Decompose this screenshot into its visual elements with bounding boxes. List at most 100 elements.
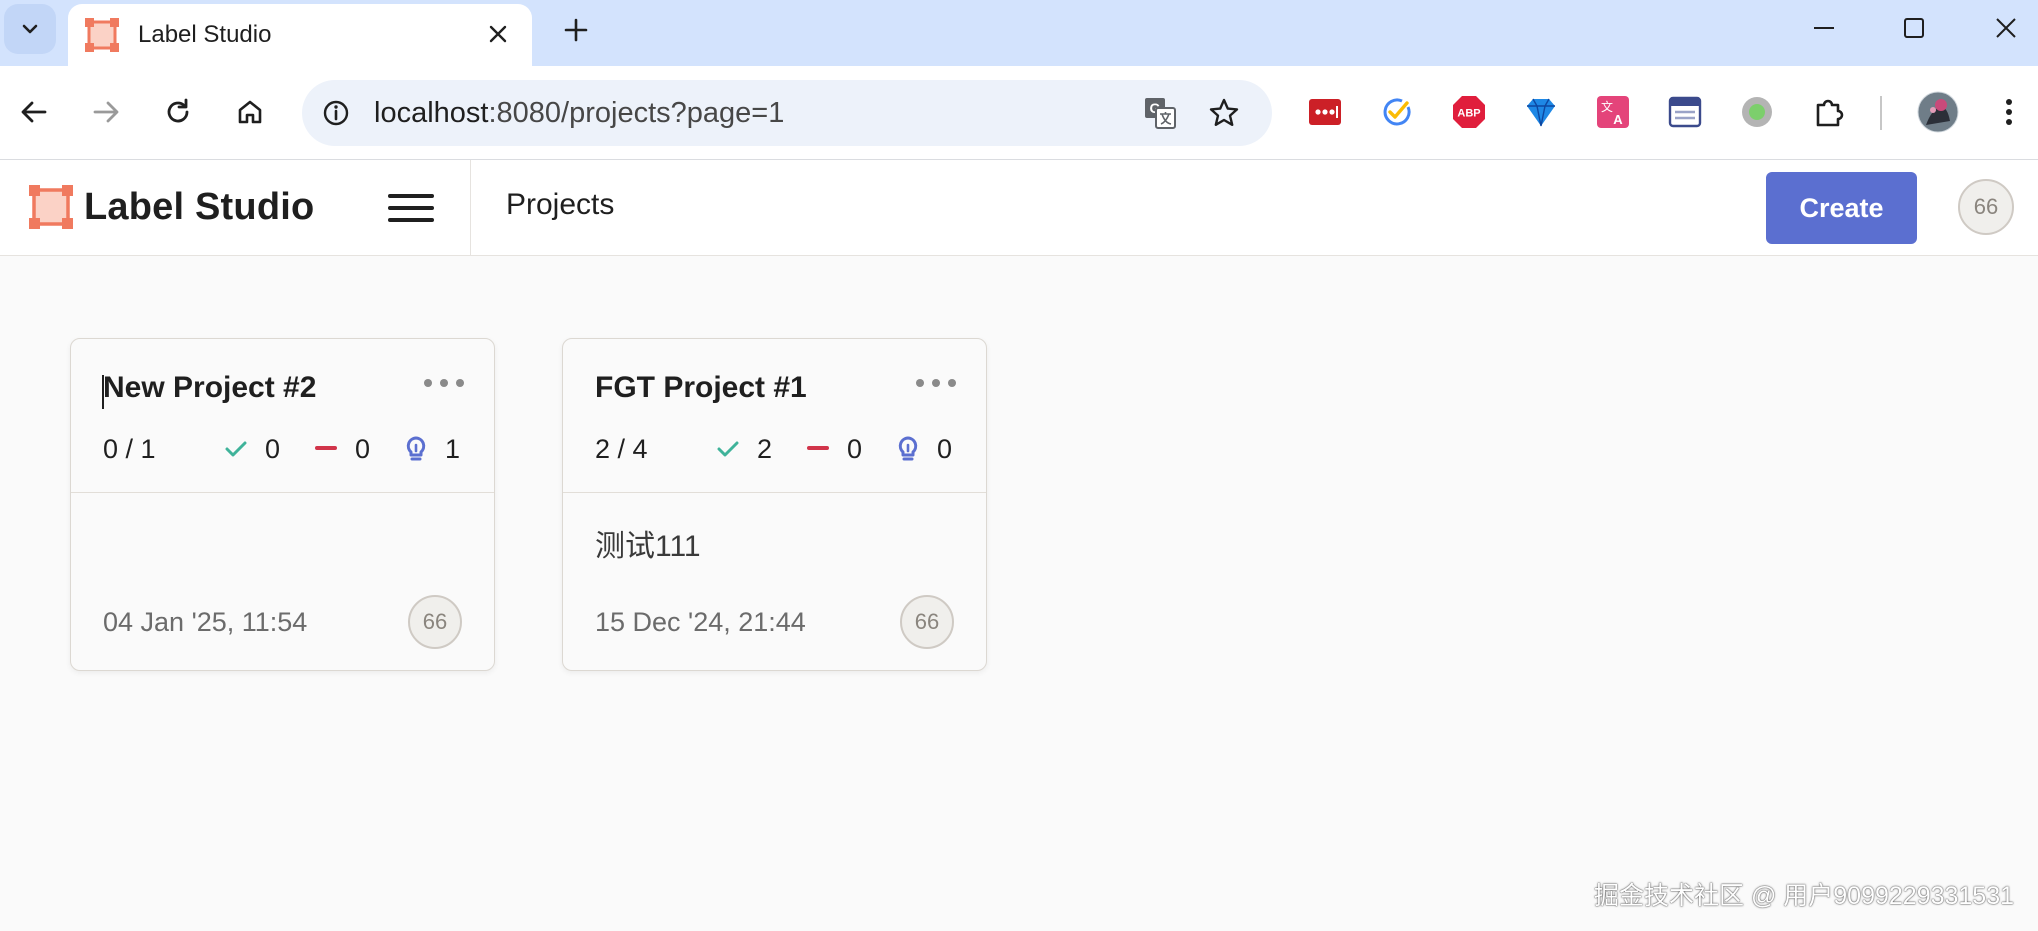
- translate-extension[interactable]: 文A: [1594, 93, 1632, 131]
- project-stats: 2 / 4 2 0 0: [595, 431, 965, 467]
- label-studio-logo-icon: [29, 185, 73, 229]
- reload-icon: [167, 98, 189, 123]
- dot: [932, 379, 940, 387]
- svg-text:ABP: ABP: [1457, 108, 1480, 120]
- url-host: localhost: [374, 97, 489, 129]
- new-tab-button[interactable]: [554, 8, 598, 52]
- toolbar-separator: [1880, 96, 1882, 130]
- translate-icon: G: [1145, 98, 1176, 129]
- minus-icon: [805, 436, 831, 462]
- completed-stat: 0: [223, 431, 280, 467]
- maximize-icon: [1904, 18, 1924, 38]
- arrow-left-icon: [21, 101, 47, 123]
- dot: [440, 379, 448, 387]
- browser-tab-active[interactable]: Label Studio: [68, 4, 532, 66]
- dots-icon: [916, 379, 924, 387]
- menu-icon-bar: [388, 206, 434, 210]
- svg-text:文: 文: [1601, 99, 1613, 114]
- tasks-progress: 2 / 4: [595, 433, 648, 464]
- main-menu-button[interactable]: [388, 186, 434, 230]
- home-button[interactable]: [226, 88, 274, 136]
- back-button[interactable]: [10, 88, 58, 136]
- browser-toolbar: localhost:8080/projects?page=1 G ABP 文A: [0, 66, 2038, 160]
- arrow-right-icon: [93, 101, 119, 123]
- profile-avatar-button[interactable]: [1916, 90, 1960, 134]
- create-project-button[interactable]: Create: [1766, 172, 1917, 244]
- home-icon: [238, 100, 262, 124]
- status-extension[interactable]: [1738, 93, 1776, 131]
- translate-button[interactable]: G: [1140, 93, 1180, 133]
- label-studio-favicon-icon: [85, 18, 119, 52]
- lastpass-icon: [1309, 99, 1341, 125]
- page-title: Projects: [506, 188, 615, 221]
- check-icon: [715, 436, 741, 462]
- predictions-stat: 1: [403, 431, 460, 467]
- kebab-menu-icon: [2006, 99, 2012, 125]
- predictions-count: 1: [445, 433, 461, 464]
- tasks-progress: 0 / 1: [103, 433, 156, 464]
- status-dot-icon: [1742, 97, 1772, 127]
- forward-button[interactable]: [82, 88, 130, 136]
- brand-home-link[interactable]: Label Studio: [28, 184, 314, 230]
- user-avatar[interactable]: 66: [1958, 179, 2014, 235]
- gem-extension[interactable]: [1522, 93, 1560, 131]
- project-owner-avatar: 66: [408, 595, 462, 649]
- site-info-button[interactable]: [316, 93, 356, 133]
- puzzle-extensions-icon: [1816, 99, 1844, 127]
- close-window-button[interactable]: [1970, 0, 2038, 56]
- minus-icon: [313, 436, 339, 462]
- watermark: 掘金技术社区 @ 用户9099229331531: [1594, 882, 2015, 910]
- project-title[interactable]: FGT Project #1: [595, 371, 807, 405]
- project-description: 测试111: [595, 530, 701, 563]
- reader-extension[interactable]: [1666, 93, 1704, 131]
- project-title[interactable]: New Project #2: [103, 371, 316, 405]
- profile-avatar-icon: [1917, 91, 1959, 133]
- dots-icon: [424, 379, 432, 387]
- address-bar[interactable]: localhost:8080/projects?page=1 G: [302, 80, 1272, 146]
- tab-close-button[interactable]: [478, 14, 518, 54]
- close-window-icon: [1996, 18, 2016, 38]
- tab-search-button[interactable]: [4, 4, 56, 54]
- menu-icon-bar: [388, 218, 434, 222]
- project-menu-button[interactable]: [424, 375, 464, 391]
- adblock-plus-icon: ABP: [1453, 96, 1485, 128]
- task-check-icon: [1383, 98, 1411, 126]
- chevron-down-icon: [22, 24, 38, 34]
- completed-stat: 2: [715, 431, 772, 467]
- skipped-stat: 0: [313, 431, 370, 467]
- task-extension[interactable]: [1378, 93, 1416, 131]
- maximize-button[interactable]: [1878, 0, 1950, 56]
- close-icon: [489, 25, 507, 43]
- project-menu-button[interactable]: [916, 375, 956, 391]
- svg-text:A: A: [1613, 112, 1623, 127]
- url-text[interactable]: localhost:8080/projects?page=1: [374, 97, 784, 130]
- project-card[interactable]: New Project #2 0 / 1 0 0 1 04 Jan '25, 1…: [70, 338, 495, 671]
- app-header: Label Studio Projects Create 66: [0, 160, 2038, 256]
- check-icon: [223, 436, 249, 462]
- skipped-count: 0: [355, 433, 371, 464]
- skipped-stat: 0: [805, 431, 862, 467]
- url-path: :8080/projects?page=1: [488, 97, 785, 129]
- browser-menu-button[interactable]: [1990, 93, 2028, 131]
- gem-icon: [1527, 98, 1555, 127]
- tab-title: Label Studio: [138, 21, 272, 48]
- lightbulb-icon: [403, 436, 429, 462]
- minimize-button[interactable]: [1788, 0, 1860, 56]
- minimize-icon: [1814, 27, 1834, 29]
- project-card[interactable]: FGT Project #1 2 / 4 2 0 0 测试111 15 Dec …: [562, 338, 987, 671]
- extensions-menu-button[interactable]: [1810, 93, 1848, 131]
- project-created-date: 15 Dec '24, 21:44: [595, 607, 806, 637]
- translate-ext-icon: 文A: [1597, 96, 1629, 128]
- lastpass-extension[interactable]: [1306, 93, 1344, 131]
- bookmark-button[interactable]: [1204, 93, 1244, 133]
- reader-icon: [1668, 96, 1702, 128]
- menu-icon: [388, 194, 434, 198]
- dot: [948, 379, 956, 387]
- dot: [456, 379, 464, 387]
- lightbulb-icon: [895, 436, 921, 462]
- reload-button[interactable]: [154, 88, 202, 136]
- brand-name: Label Studio: [84, 185, 315, 228]
- adblock-plus-extension[interactable]: ABP: [1450, 93, 1488, 131]
- completed-count: 2: [757, 433, 773, 464]
- browser-tab-strip: Label Studio: [0, 0, 2038, 66]
